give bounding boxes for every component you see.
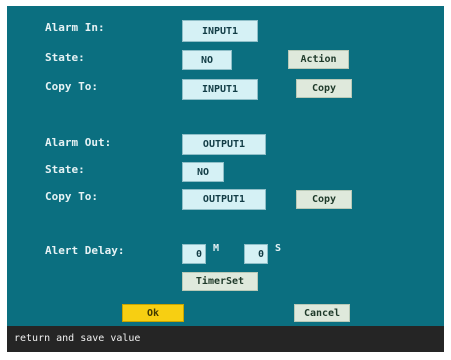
alarm-in-state-field[interactable]: NO xyxy=(182,50,232,70)
alarm-out-copy-button[interactable]: Copy xyxy=(296,190,352,209)
alarm-out-state-label: State: xyxy=(45,163,85,176)
action-button[interactable]: Action xyxy=(288,50,349,69)
alert-delay-minutes-field[interactable]: 0 xyxy=(182,244,206,264)
minutes-unit-label: M xyxy=(213,243,220,254)
alarm-in-copy-button[interactable]: Copy xyxy=(296,79,352,98)
alarm-in-label: Alarm In: xyxy=(45,21,105,34)
ok-button[interactable]: Ok xyxy=(122,304,184,322)
timerset-button[interactable]: TimerSet xyxy=(182,272,258,291)
alarm-out-field[interactable]: OUTPUT1 xyxy=(182,134,266,155)
alarm-in-state-label: State: xyxy=(45,51,85,64)
seconds-unit-label: S xyxy=(275,243,282,254)
alarm-in-field[interactable]: INPUT1 xyxy=(182,20,258,42)
alarm-out-label: Alarm Out: xyxy=(45,136,112,149)
status-message: return and save value xyxy=(14,333,141,344)
alarm-in-copy-to-label: Copy To: xyxy=(45,80,98,93)
alert-delay-label: Alert Delay: xyxy=(45,244,125,257)
alarm-in-copy-to-field[interactable]: INPUT1 xyxy=(182,79,258,100)
cancel-button[interactable]: Cancel xyxy=(294,304,350,322)
alarm-out-copy-to-label: Copy To: xyxy=(45,190,98,203)
alert-delay-seconds-field[interactable]: 0 xyxy=(244,244,268,264)
alarm-out-copy-to-field[interactable]: OUTPUT1 xyxy=(182,189,266,210)
alarm-out-state-field[interactable]: NO xyxy=(182,162,224,182)
